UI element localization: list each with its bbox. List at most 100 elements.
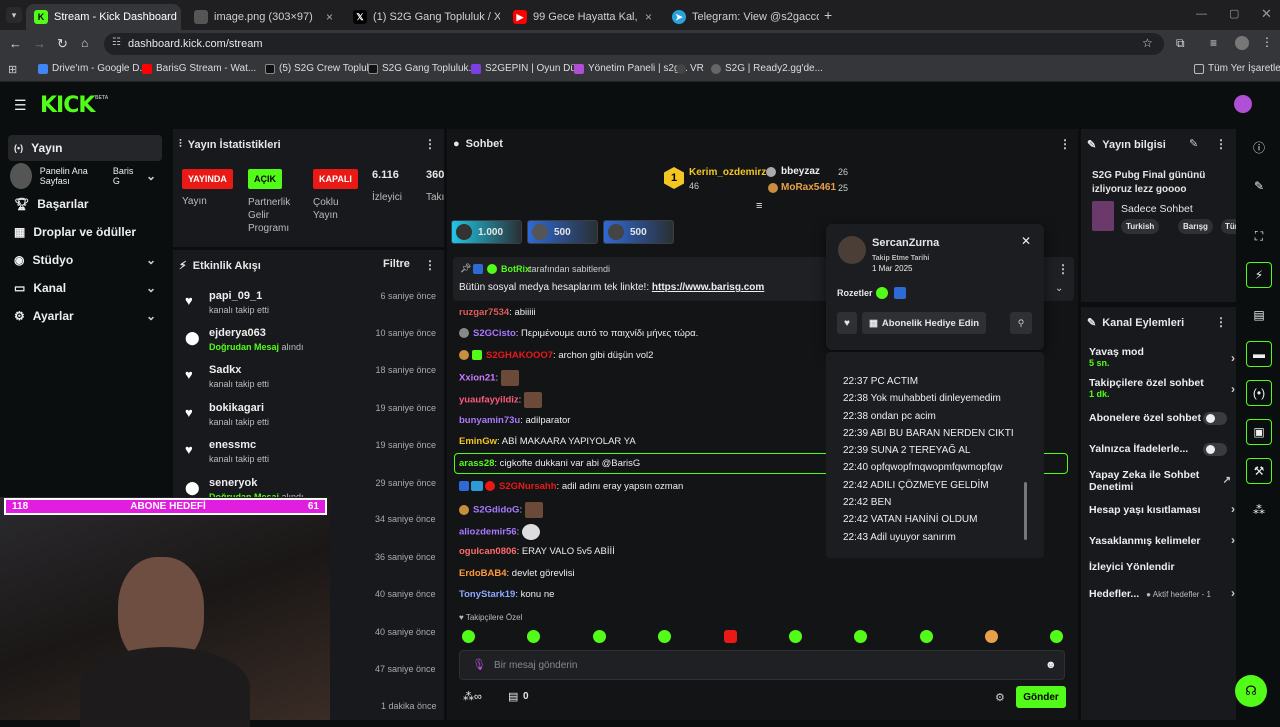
more-options-icon[interactable]: ⋮ bbox=[1215, 315, 1227, 329]
sidebar-item-studyo[interactable]: ◉ Stüdyo ⌄ bbox=[8, 247, 162, 273]
close-icon[interactable]: × bbox=[645, 10, 652, 24]
emote-icon[interactable] bbox=[527, 630, 540, 643]
browser-menu-icon[interactable]: ⋮ bbox=[1261, 35, 1273, 49]
reading-list-icon[interactable]: ≡ bbox=[1210, 36, 1217, 50]
emote-icon[interactable] bbox=[593, 630, 606, 643]
gift-subscription-button[interactable]: ▦ Abonelik Hediye Edin bbox=[862, 312, 986, 334]
store-icon[interactable]: ▤ bbox=[508, 690, 518, 703]
forward-icon[interactable]: → bbox=[33, 36, 46, 51]
sidebar-item-basarilar[interactable]: 🏆︎ Başarılar bbox=[8, 191, 162, 217]
profile-avatar[interactable] bbox=[1235, 36, 1249, 50]
maximize-icon[interactable]: ▢ bbox=[1229, 7, 1239, 20]
tab-image[interactable]: image.png (303×97) × bbox=[186, 4, 341, 30]
sidebar-item-yayin[interactable]: (•) Yayın bbox=[8, 135, 162, 161]
bookmark-s2g-gang[interactable]: S2G Gang Topluluk... bbox=[368, 63, 477, 74]
bookmark-drive[interactable]: Drive'ım - Google D... bbox=[38, 63, 148, 74]
activity-user[interactable]: Sadkx bbox=[209, 364, 241, 376]
follow-heart-button[interactable]: ♥ bbox=[837, 312, 857, 334]
activity-user[interactable]: ejderya063 bbox=[209, 327, 266, 339]
all-bookmarks[interactable]: Tüm Yer İşaretleri bbox=[1194, 63, 1280, 74]
action-account-age[interactable]: Hesap yaşı kısıtlaması › bbox=[1089, 502, 1235, 516]
chat-bubble-icon[interactable]: ▬ bbox=[1246, 341, 1272, 367]
activity-user[interactable]: seneryok bbox=[209, 477, 257, 489]
bookmark-star-icon[interactable]: ☆ bbox=[1142, 36, 1153, 50]
activity-user[interactable]: bokikagari bbox=[209, 402, 264, 414]
tag-chip[interactable]: Tür bbox=[1221, 219, 1236, 234]
chat-username[interactable]: EminGw bbox=[459, 436, 497, 447]
emote-icon[interactable] bbox=[658, 630, 671, 643]
tab-kick-dashboard[interactable]: K Stream - Kick Dashboard × bbox=[26, 4, 181, 30]
chat-username[interactable]: Xxion21 bbox=[459, 373, 495, 384]
chat-settings-icon[interactable]: ⚙ bbox=[995, 691, 1005, 704]
emote-icon[interactable] bbox=[789, 630, 802, 643]
broadcast-icon[interactable]: (•) bbox=[1246, 380, 1272, 406]
toggle-switch[interactable] bbox=[1203, 412, 1227, 425]
tab-search-icon[interactable]: ▾ bbox=[6, 7, 22, 23]
emote-icon[interactable] bbox=[854, 630, 867, 643]
chat-username[interactable]: yuaufayyildiz bbox=[459, 395, 519, 406]
pinned-link[interactable]: https://www.barisg.com bbox=[652, 282, 764, 293]
user-avatar[interactable] bbox=[1234, 95, 1252, 113]
emote-icon[interactable] bbox=[462, 630, 475, 643]
sidebar-item-home[interactable]: Panelin Ana Sayfası Baris G ⌄ bbox=[8, 163, 162, 189]
action-slow-mode[interactable]: Yavaş mod 5 sn. › bbox=[1089, 346, 1235, 368]
chat-username[interactable]: ogulcan0806 bbox=[459, 546, 517, 557]
action-ai-moderation[interactable]: Yapay Zeka ile Sohbet Denetimi ↗ bbox=[1089, 469, 1231, 493]
chat-username[interactable]: bunyamin73u bbox=[459, 415, 520, 426]
more-options-icon[interactable]: ⋮ bbox=[1057, 262, 1069, 276]
info-icon[interactable]: ⓘ bbox=[1246, 134, 1272, 160]
sidebar-item-kanal[interactable]: ▭ Kanal ⌄ bbox=[8, 275, 162, 301]
chat-username[interactable]: S2GCisto bbox=[473, 328, 516, 339]
action-raid[interactable]: İzleyici Yönlendir bbox=[1089, 561, 1229, 573]
url-field[interactable]: ☷ dashboard.kick.com/stream ☆ bbox=[104, 33, 1164, 55]
pencil-icon[interactable]: ✎ bbox=[1246, 173, 1272, 199]
action-goals[interactable]: Hedefler... ● Aktif hedefler - 1 › bbox=[1089, 586, 1235, 600]
hamburger-menu-icon[interactable]: ☰ bbox=[14, 97, 27, 114]
chat-username[interactable]: aliozdemir56 bbox=[459, 527, 517, 538]
leader-name[interactable]: bbeyzaz bbox=[781, 166, 820, 177]
send-button[interactable]: Gönder bbox=[1016, 686, 1066, 708]
close-icon[interactable]: × bbox=[326, 10, 333, 24]
activity-user[interactable]: papi_09_1 bbox=[209, 290, 262, 302]
sidebar-item-droplar[interactable]: ▦ Droplar ve ödüller bbox=[8, 219, 162, 245]
chat-username[interactable]: ruzgar7534 bbox=[459, 307, 509, 318]
minimize-icon[interactable]: — bbox=[1196, 8, 1207, 20]
reload-icon[interactable]: ↻ bbox=[57, 36, 68, 52]
home-icon[interactable]: ⌂ bbox=[81, 36, 88, 50]
emoji-picker-icon[interactable]: ☻ bbox=[1045, 659, 1057, 671]
new-tab-icon[interactable]: + bbox=[824, 7, 832, 23]
tag-chip[interactable]: Barışg bbox=[1178, 219, 1213, 234]
layout-icon[interactable]: ▣ bbox=[1246, 419, 1272, 445]
close-icon[interactable]: ✕ bbox=[1021, 234, 1031, 248]
fullscreen-icon[interactable]: ⛶ bbox=[1246, 223, 1272, 249]
more-options-icon[interactable]: ⋮ bbox=[1215, 137, 1227, 151]
site-info-icon[interactable]: ☷ bbox=[112, 37, 121, 48]
pinned-author[interactable]: BotRix bbox=[501, 264, 530, 274]
microphone-icon[interactable]: 🎙︎ bbox=[472, 658, 486, 671]
chat-input[interactable]: 🎙︎ Bir mesaj gönderin ☻ bbox=[459, 650, 1065, 680]
back-icon[interactable]: ← bbox=[9, 36, 22, 51]
bookmark-barisg-stream[interactable]: BarisG Stream - Wat... bbox=[142, 63, 256, 74]
window-close-icon[interactable]: ✕ bbox=[1261, 6, 1272, 22]
tab-telegram[interactable]: ➤ Telegram: View @s2gaccounts × bbox=[664, 4, 819, 30]
bookmark-yonetim-paneli[interactable]: Yönetim Paneli | s2g... bbox=[574, 63, 688, 74]
action-subscriber-only[interactable]: Abonelere özel sohbet bbox=[1089, 412, 1229, 425]
chat-username[interactable]: TonyStark19 bbox=[459, 589, 515, 600]
collapse-icon[interactable]: ≡ bbox=[756, 200, 762, 212]
activity-user[interactable]: enessmc bbox=[209, 439, 256, 451]
pin-button[interactable]: ⚲ bbox=[1010, 312, 1032, 334]
chat-username[interactable]: S2GNursahh bbox=[499, 481, 557, 492]
tab-youtube[interactable]: ▶ 99 Gece Hayatta Kal, 99.000 Do × bbox=[505, 4, 660, 30]
chat-username[interactable]: ErdoBAB4 bbox=[459, 568, 507, 579]
more-options-icon[interactable]: ⋮ bbox=[1059, 137, 1071, 151]
more-options-icon[interactable]: ⋮ bbox=[424, 258, 436, 272]
gift-item[interactable]: 500 bbox=[603, 220, 674, 244]
bookmark-ready2gg[interactable]: S2G | Ready2.gg'de... bbox=[711, 63, 823, 74]
more-options-icon[interactable]: ⋮ bbox=[424, 137, 436, 151]
wrench-icon[interactable]: ⚒ bbox=[1246, 458, 1272, 484]
channel-points-icon[interactable]: ⁂∞ bbox=[463, 690, 482, 703]
extensions-icon[interactable]: ⧉ bbox=[1176, 36, 1185, 51]
chevron-down-icon[interactable]: ⌄ bbox=[1055, 283, 1063, 294]
emote-icon[interactable] bbox=[724, 630, 737, 643]
emote-icon[interactable] bbox=[920, 630, 933, 643]
